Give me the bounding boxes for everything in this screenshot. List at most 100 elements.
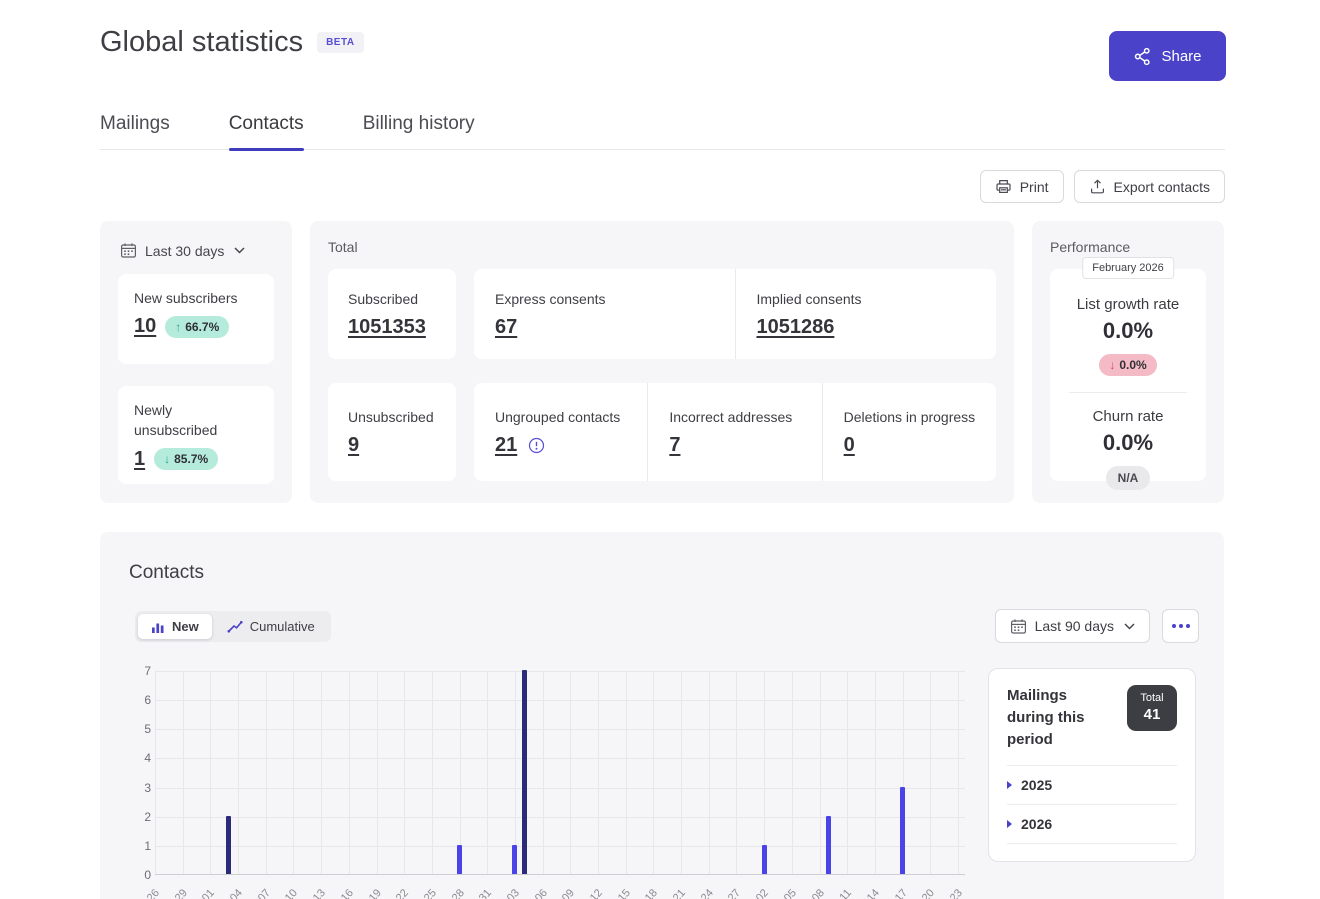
chart-controls: Last 90 days: [995, 609, 1199, 643]
contact-issues-card: Ungrouped contacts 21: [474, 383, 996, 481]
list-growth-change-badge: ↓ 0.0%: [1099, 354, 1156, 376]
printer-icon: [995, 178, 1012, 195]
chart-bar[interactable]: [900, 787, 905, 874]
newly-unsubscribed-change: 85.7%: [174, 452, 208, 466]
stats-row: Last 30 days New subscribers 10 ↑ 66.7% …: [100, 221, 1224, 503]
tab-mailings[interactable]: Mailings: [100, 103, 170, 149]
down-arrow-icon: ↓: [1109, 358, 1115, 372]
mailings-total-badge: Total 41: [1127, 685, 1177, 731]
newly-unsubscribed-value[interactable]: 1: [134, 448, 145, 471]
express-consents-value[interactable]: 67: [495, 316, 517, 339]
express-consents-block: Express consents 67: [474, 269, 735, 359]
export-contacts-button[interactable]: Export contacts: [1074, 170, 1226, 203]
performance-section-label: Performance: [1050, 239, 1206, 255]
incorrect-addresses-value[interactable]: 7: [669, 434, 680, 457]
ungrouped-contacts-block: Ungrouped contacts 21: [474, 383, 647, 481]
down-arrow-icon: ↓: [164, 452, 170, 466]
global-statistics-page: Global statistics BETA Share Mailings Co…: [0, 0, 1320, 899]
consents-card: Express consents 67 Implied consents 105…: [474, 269, 996, 359]
chart-bar[interactable]: [762, 845, 767, 874]
share-button[interactable]: Share: [1109, 31, 1226, 81]
share-button-label: Share: [1161, 48, 1201, 65]
period-dropdown-30-days[interactable]: Last 30 days: [120, 242, 274, 259]
beta-badge: BETA: [317, 32, 363, 53]
churn-rate-badge: N/A: [1106, 466, 1151, 490]
export-icon: [1089, 178, 1106, 195]
expand-arrow-icon: [1007, 781, 1012, 789]
mailings-period-title: Mailings during this period: [1007, 685, 1111, 750]
mailings-total-value: 41: [1144, 706, 1161, 725]
period-dropdown-label: Last 30 days: [145, 243, 224, 259]
year-label: 2025: [1021, 777, 1052, 793]
new-subscribers-change: 66.7%: [185, 320, 219, 334]
new-subscribers-card: New subscribers 10 ↑ 66.7%: [118, 274, 274, 364]
chart-bar[interactable]: [226, 816, 231, 874]
implied-consents-label: Implied consents: [757, 289, 997, 309]
year-row-2026[interactable]: 2026: [1007, 804, 1177, 843]
subscribed-value[interactable]: 1051353: [348, 316, 426, 339]
newly-unsubscribed-card: Newly unsubscribed 1 ↓ 85.7%: [118, 386, 274, 484]
newly-unsubscribed-label: Newly unsubscribed: [134, 400, 224, 441]
deletions-in-progress-label: Deletions in progress: [844, 407, 996, 427]
chevron-down-icon: [1124, 623, 1135, 630]
performance-panel: Performance February 2026 List growth ra…: [1032, 221, 1224, 503]
expand-arrow-icon: [1007, 820, 1012, 828]
contacts-bar-chart: 01234567 2629010407101316192225283103060…: [136, 664, 986, 899]
ungrouped-contacts-value[interactable]: 21: [495, 434, 517, 457]
total-section-label: Total: [328, 239, 996, 255]
mailings-total-label: Total: [1140, 692, 1163, 706]
newly-unsubscribed-change-badge: ↓ 85.7%: [154, 448, 218, 470]
chart-plot-area[interactable]: [155, 671, 965, 875]
chart-bar[interactable]: [522, 670, 527, 874]
year-label: 2026: [1021, 816, 1052, 832]
share-icon: [1133, 47, 1152, 66]
performance-tooltip: February 2026: [1082, 257, 1174, 279]
subscribed-card: Subscribed 1051353: [328, 269, 456, 359]
year-row-2025[interactable]: 2025: [1007, 765, 1177, 804]
export-button-label: Export contacts: [1114, 179, 1211, 195]
warning-info-icon[interactable]: [528, 437, 545, 454]
subscribed-label: Subscribed: [348, 289, 436, 309]
contacts-chart-section: Contacts New Cumulative: [100, 532, 1224, 899]
page-actions: Print Export contacts: [980, 170, 1225, 203]
mailings-during-period-card: Mailings during this period Total 41 202…: [988, 668, 1196, 862]
calendar-icon: [1010, 618, 1027, 635]
toggle-cumulative[interactable]: Cumulative: [214, 614, 328, 639]
divider: [1007, 843, 1177, 844]
divider: [1069, 392, 1188, 393]
new-subscribers-value[interactable]: 10: [134, 315, 156, 338]
toggle-new-label: New: [172, 619, 199, 634]
tab-bar: Mailings Contacts Billing history: [100, 103, 1225, 150]
toggle-cumulative-label: Cumulative: [250, 619, 315, 634]
chart-bar[interactable]: [826, 816, 831, 874]
print-button[interactable]: Print: [980, 170, 1064, 203]
chart-view-toggle: New Cumulative: [135, 611, 331, 642]
print-button-label: Print: [1020, 179, 1049, 195]
list-growth-rate-value: 0.0%: [1103, 318, 1153, 344]
unsubscribed-value[interactable]: 9: [348, 434, 359, 457]
performance-card: February 2026 List growth rate 0.0% ↓ 0.…: [1050, 269, 1206, 481]
deletions-in-progress-value[interactable]: 0: [844, 434, 855, 457]
period-dropdown-90-days[interactable]: Last 90 days: [995, 609, 1150, 643]
chart-bar[interactable]: [512, 845, 517, 874]
more-options-button[interactable]: [1162, 609, 1199, 643]
churn-rate-label: Churn rate: [1093, 408, 1164, 425]
deletions-in-progress-block: Deletions in progress 0: [822, 383, 996, 481]
implied-consents-block: Implied consents 1051286: [735, 269, 997, 359]
unsubscribed-card: Unsubscribed 9: [328, 383, 456, 481]
chart-bar[interactable]: [457, 845, 462, 874]
implied-consents-value[interactable]: 1051286: [757, 316, 835, 339]
new-subscribers-label: New subscribers: [134, 288, 258, 308]
tab-contacts[interactable]: Contacts: [229, 103, 304, 149]
tab-billing-history[interactable]: Billing history: [363, 103, 475, 149]
toggle-new[interactable]: New: [138, 614, 212, 639]
ungrouped-contacts-label: Ungrouped contacts: [495, 407, 647, 427]
contacts-section-title: Contacts: [129, 562, 204, 584]
chart-y-axis: 01234567: [136, 664, 151, 879]
period-90-label: Last 90 days: [1035, 618, 1114, 634]
chart-x-axis: 2629010407101316192225283103060912151821…: [155, 881, 965, 899]
express-consents-label: Express consents: [495, 289, 735, 309]
list-growth-rate-label: List growth rate: [1077, 296, 1180, 313]
new-subscribers-change-badge: ↑ 66.7%: [165, 316, 229, 338]
line-chart-icon: [227, 620, 243, 633]
